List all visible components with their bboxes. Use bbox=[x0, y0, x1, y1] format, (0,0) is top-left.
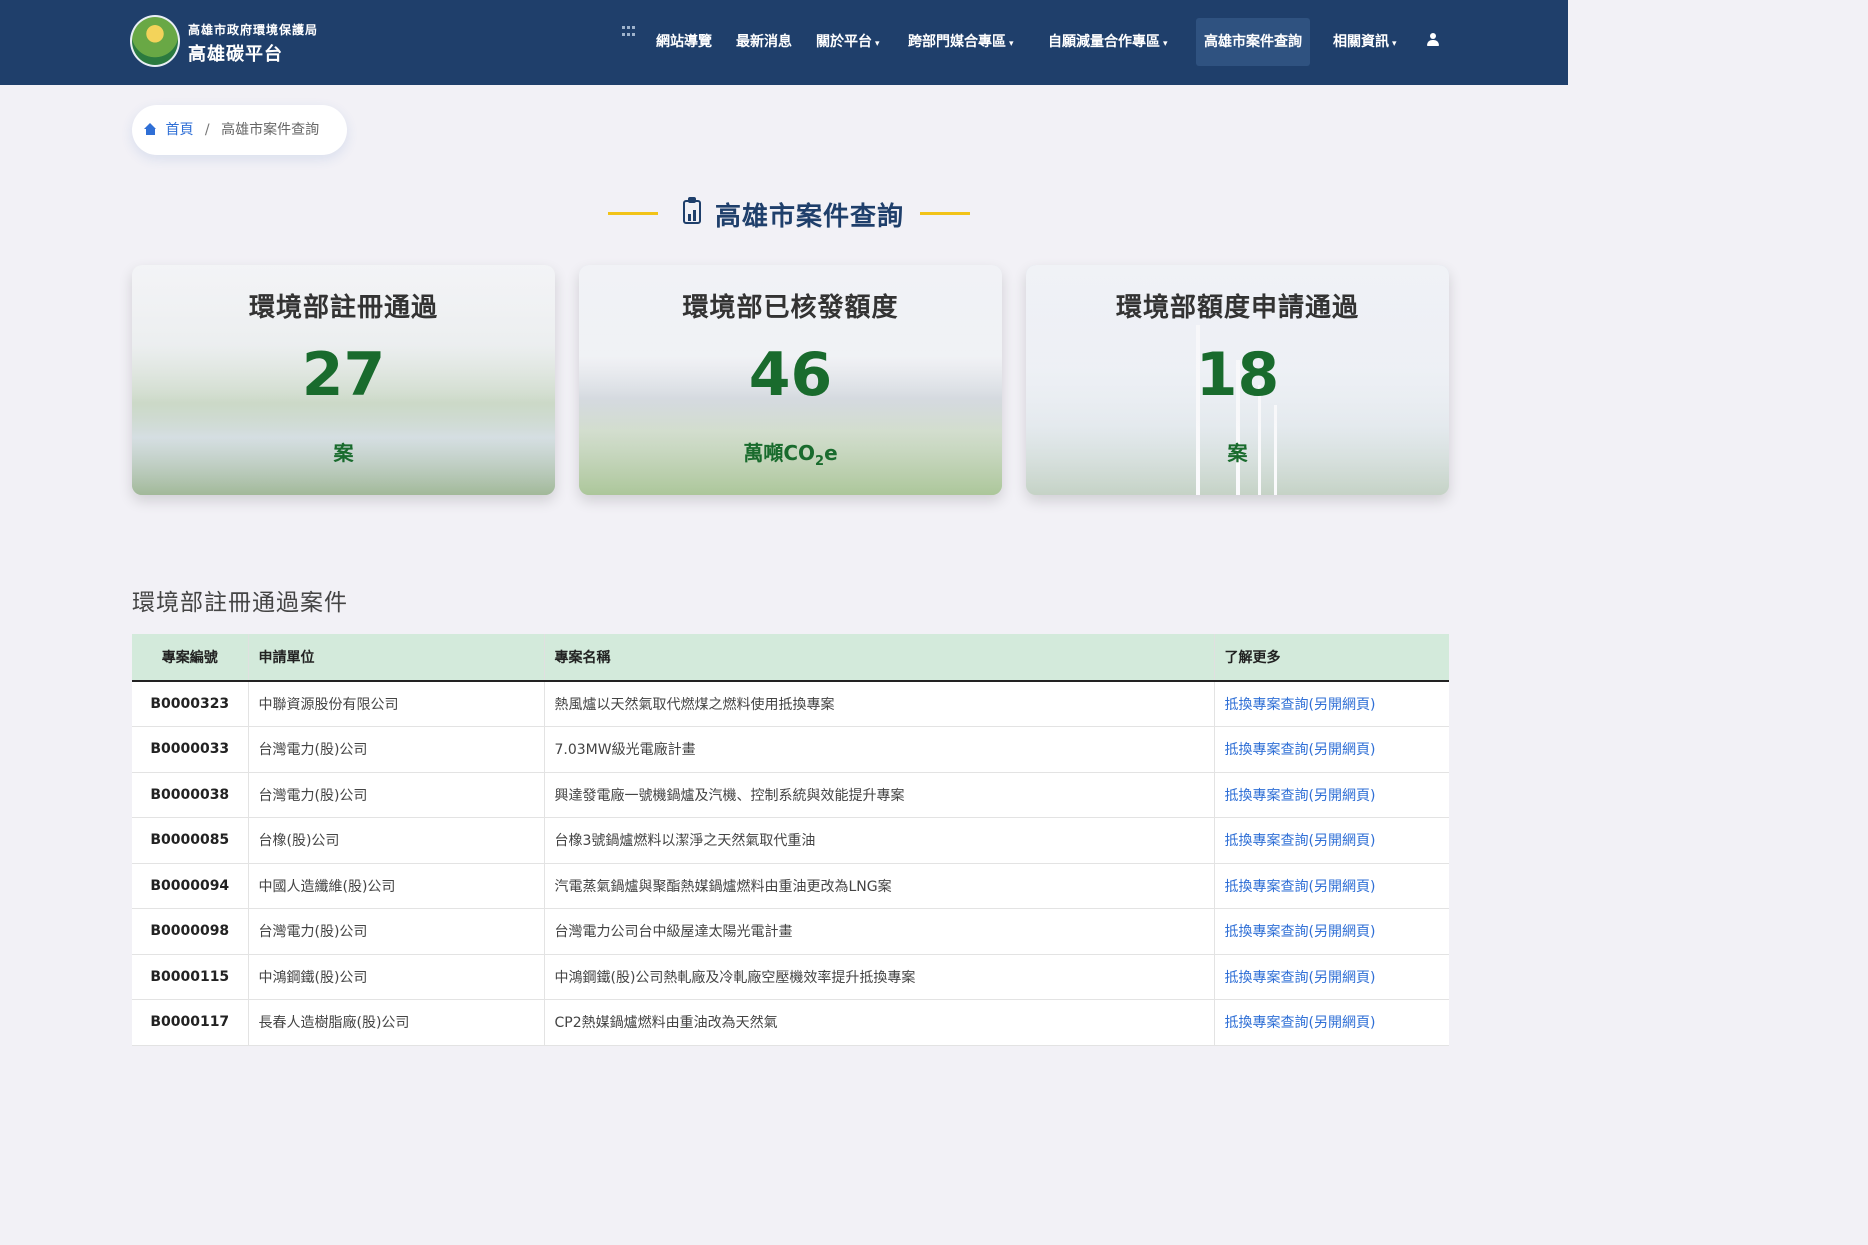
project-id: B0000115 bbox=[132, 954, 249, 1000]
nav-about-platform[interactable]: 關於平台 ▾ bbox=[808, 18, 888, 66]
nav-site-map[interactable]: 網站導覽 bbox=[648, 18, 720, 66]
page-title: 高雄市案件查詢 bbox=[715, 202, 905, 232]
offset-project-link[interactable]: 抵換專案查詢(另開網頁) bbox=[1214, 726, 1449, 773]
column-header-project-name: 專案名稱 bbox=[544, 634, 1215, 682]
project-id: B0000085 bbox=[132, 817, 249, 864]
top-navbar: 高雄市政府環境保護局 高雄碳平台 網站導覽 最新消息 關於平台 ▾ 跨部門媒合專區… bbox=[0, 0, 1568, 85]
project-name: 台灣電力公司台中級屋達太陽光電計畫 bbox=[544, 908, 1215, 955]
stat-label: 環境部額度申請通過 bbox=[1115, 293, 1359, 323]
section-heading: 環境部註冊通過案件 bbox=[132, 590, 348, 616]
stat-value: 27 bbox=[301, 340, 386, 410]
nav-related-info[interactable]: 相關資訊 ▾ bbox=[1325, 18, 1405, 66]
nav-voluntary-reduction[interactable]: 自願減量合作專區 ▾ bbox=[1040, 18, 1176, 66]
table-row: B0000098 台灣電力(股)公司 台灣電力公司台中級屋達太陽光電計畫 抵換專… bbox=[132, 908, 1449, 955]
applicant: 台灣電力(股)公司 bbox=[248, 908, 545, 955]
applicant: 台灣電力(股)公司 bbox=[248, 772, 545, 818]
stat-label: 環境部註冊通過 bbox=[248, 293, 438, 323]
table-row: B0000115 中鴻鋼鐵(股)公司 中鴻鋼鐵(股)公司熱軋廠及冷軋廠空壓機效率… bbox=[132, 954, 1449, 1000]
table-row: B0000085 台橡(股)公司 台橡3號鍋爐燃料以潔淨之天然氣取代重油 抵換專… bbox=[132, 817, 1449, 864]
chevron-down-icon: ▾ bbox=[875, 39, 880, 49]
offset-project-link[interactable]: 抵換專案查詢(另開網頁) bbox=[1214, 863, 1449, 909]
registered-cases-table: 專案編號 申請單位 專案名稱 了解更多 B0000323 中聯資源股份有限公司 … bbox=[132, 634, 1449, 1046]
title-left-divider bbox=[608, 212, 658, 215]
nav-latest-news[interactable]: 最新消息 bbox=[728, 18, 800, 66]
project-name: 興達發電廠一號機鍋爐及汽機、控制系統與效能提升專案 bbox=[544, 772, 1215, 818]
platform-name[interactable]: 高雄碳平台 bbox=[188, 40, 283, 66]
home-icon bbox=[144, 123, 157, 135]
kaohsiung-epb-logo[interactable] bbox=[130, 15, 180, 67]
offset-project-link[interactable]: 抵換專案查詢(另開網頁) bbox=[1214, 999, 1449, 1046]
project-id: B0000038 bbox=[132, 772, 249, 818]
offset-project-link[interactable]: 抵換專案查詢(另開網頁) bbox=[1214, 817, 1449, 864]
table-row: B0000117 長春人造樹脂廠(股)公司 CP2熱媒鍋爐燃料由重油改為天然氣 … bbox=[132, 999, 1449, 1046]
project-id: B0000323 bbox=[132, 681, 249, 727]
chevron-down-icon: ▾ bbox=[1009, 39, 1014, 49]
offset-project-link[interactable]: 抵換專案查詢(另開網頁) bbox=[1214, 681, 1449, 727]
user-icon[interactable] bbox=[1426, 33, 1440, 47]
stat-value: 46 bbox=[748, 340, 833, 410]
project-id: B0000098 bbox=[132, 908, 249, 955]
apps-grid-icon[interactable] bbox=[622, 26, 636, 38]
offset-project-link[interactable]: 抵換專案查詢(另開網頁) bbox=[1214, 954, 1449, 1000]
offset-project-link[interactable]: 抵換專案查詢(另開網頁) bbox=[1214, 772, 1449, 818]
breadcrumb-separator: / bbox=[204, 122, 210, 138]
applicant: 中國人造纖維(股)公司 bbox=[248, 863, 545, 909]
table-row: B0000094 中國人造纖維(股)公司 汽電蒸氣鍋爐與聚酯熱媒鍋爐燃料由重油更… bbox=[132, 863, 1449, 909]
applicant: 台灣電力(股)公司 bbox=[248, 726, 545, 773]
project-id: B0000117 bbox=[132, 999, 249, 1046]
table-row: B0000033 台灣電力(股)公司 7.03MW級光電廠計畫 抵換專案查詢(另… bbox=[132, 726, 1449, 773]
stat-card-credit-applications: 環境部額度申請通過 18 案 bbox=[1026, 265, 1449, 495]
table-header-row: 專案編號 申請單位 專案名稱 了解更多 bbox=[132, 634, 1449, 682]
column-header-applicant: 申請單位 bbox=[248, 634, 545, 682]
stat-card-issued-credits: 環境部已核發額度 46 萬噸CO2e bbox=[579, 265, 1002, 495]
stat-card-registered: 環境部註冊通過 27 案 bbox=[132, 265, 555, 495]
project-name: 中鴻鋼鐵(股)公司熱軋廠及冷軋廠空壓機效率提升抵換專案 bbox=[544, 954, 1215, 1000]
agency-name: 高雄市政府環境保護局 bbox=[188, 23, 319, 37]
stat-unit: 案 bbox=[1227, 441, 1248, 465]
project-id: B0000033 bbox=[132, 726, 249, 773]
applicant: 中聯資源股份有限公司 bbox=[248, 681, 545, 727]
title-right-divider bbox=[920, 212, 970, 215]
stat-unit: 萬噸CO2e bbox=[743, 441, 838, 469]
applicant: 中鴻鋼鐵(股)公司 bbox=[248, 954, 545, 1000]
table-row: B0000323 中聯資源股份有限公司 熱風爐以天然氣取代燃煤之燃料使用抵換專案… bbox=[132, 681, 1449, 727]
table-row: B0000038 台灣電力(股)公司 興達發電廠一號機鍋爐及汽機、控制系統與效能… bbox=[132, 772, 1449, 818]
offset-project-link[interactable]: 抵換專案查詢(另開網頁) bbox=[1214, 908, 1449, 955]
stat-value: 18 bbox=[1195, 340, 1280, 410]
nav-cross-department-matching[interactable]: 跨部門媒合專區 ▾ bbox=[900, 18, 1022, 66]
stat-unit: 案 bbox=[333, 441, 354, 465]
column-header-more-info: 了解更多 bbox=[1214, 634, 1449, 682]
stat-label: 環境部已核發額度 bbox=[682, 293, 899, 323]
project-name: 7.03MW級光電廠計畫 bbox=[544, 726, 1215, 773]
clipboard-chart-icon bbox=[682, 197, 702, 225]
applicant: 長春人造樹脂廠(股)公司 bbox=[248, 999, 545, 1046]
project-name: 台橡3號鍋爐燃料以潔淨之天然氣取代重油 bbox=[544, 817, 1215, 864]
project-name: CP2熱媒鍋爐燃料由重油改為天然氣 bbox=[544, 999, 1215, 1046]
nav-case-query[interactable]: 高雄市案件查詢 bbox=[1196, 18, 1310, 66]
chevron-down-icon: ▾ bbox=[1163, 39, 1168, 49]
project-name: 熱風爐以天然氣取代燃煤之燃料使用抵換專案 bbox=[544, 681, 1215, 727]
column-header-project-id: 專案編號 bbox=[132, 634, 249, 682]
breadcrumb-home-link[interactable]: 首頁 bbox=[165, 122, 193, 138]
breadcrumb: 首頁 / 高雄市案件查詢 bbox=[132, 105, 347, 155]
project-name: 汽電蒸氣鍋爐與聚酯熱媒鍋爐燃料由重油更改為LNG案 bbox=[544, 863, 1215, 909]
project-id: B0000094 bbox=[132, 863, 249, 909]
chevron-down-icon: ▾ bbox=[1392, 39, 1397, 49]
breadcrumb-current: 高雄市案件查詢 bbox=[221, 122, 320, 138]
applicant: 台橡(股)公司 bbox=[248, 817, 545, 864]
